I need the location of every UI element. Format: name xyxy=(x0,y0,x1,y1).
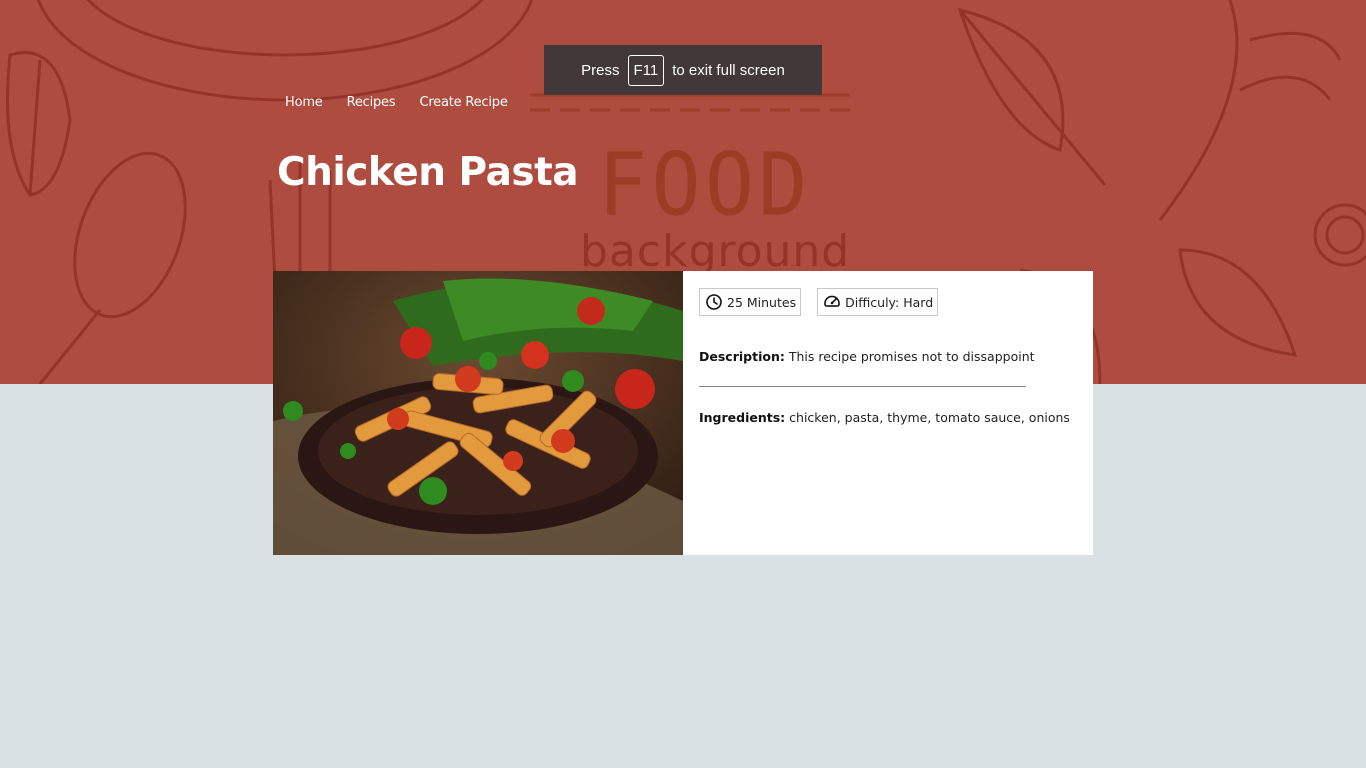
fullscreen-toast: Press F11 to exit full screen xyxy=(544,45,822,95)
recipe-card: 25 Minutes Difficuly: Hard Description: … xyxy=(273,271,1093,555)
clock-icon xyxy=(706,294,722,310)
cook-time-text: 25 Minutes xyxy=(727,294,797,310)
speedometer-icon xyxy=(824,295,840,307)
description-text: This recipe promises not to dissappoint xyxy=(788,349,1035,364)
nav-create-recipe-link[interactable]: Create Recipe xyxy=(419,95,507,110)
hero-food-lettering: FOOD xyxy=(598,135,812,236)
difficulty-badge: Difficuly: Hard xyxy=(817,288,939,316)
ingredients-label: Ingredients: xyxy=(699,410,786,425)
cook-time-badge: 25 Minutes xyxy=(699,288,802,316)
ingredients-row: Ingredients: chicken, pasta, thyme, toma… xyxy=(699,410,1070,425)
toast-prefix: Press xyxy=(581,61,620,79)
main-nav: Home Recipes Create Recipe xyxy=(285,95,508,110)
ingredients-text: chicken, pasta, thyme, tomato sauce, oni… xyxy=(789,410,1070,425)
description-label: Description: xyxy=(699,349,785,364)
recipe-photo xyxy=(273,271,683,555)
difficulty-text: Difficuly: Hard xyxy=(845,294,934,310)
nav-recipes-link[interactable]: Recipes xyxy=(347,95,396,110)
recipe-info-panel: 25 Minutes Difficuly: Hard Description: … xyxy=(683,271,1093,555)
toast-suffix: to exit full screen xyxy=(672,61,785,79)
nav-home-link[interactable]: Home xyxy=(285,95,323,110)
recipe-badges: 25 Minutes Difficuly: Hard xyxy=(699,288,1077,316)
hero-background-lettering: background xyxy=(580,226,851,277)
page-title: Chicken Pasta xyxy=(277,150,579,195)
description-row: Description: This recipe promises not to… xyxy=(699,349,1035,364)
info-divider xyxy=(699,386,1026,387)
toast-key: F11 xyxy=(627,54,665,86)
